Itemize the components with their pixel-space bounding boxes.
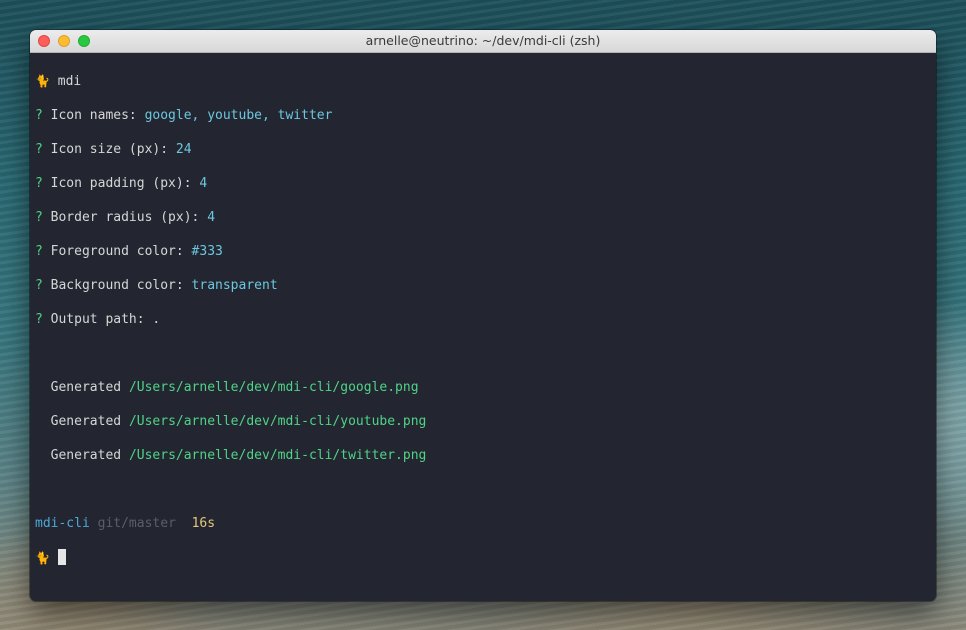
answer-value: google, youtube, twitter (144, 108, 333, 123)
generated-label: Generated (50, 448, 122, 463)
question-mark: ? (35, 244, 43, 259)
answer-label: Icon names: (50, 108, 137, 123)
answer-line: ? Icon size (px): 24 (35, 141, 936, 158)
input-line[interactable]: 🐈 (35, 549, 936, 566)
answer-value: 24 (175, 142, 192, 157)
question-mark: ? (35, 278, 43, 293)
question-mark: ? (35, 176, 43, 191)
terminal-output[interactable]: 🐈 mdi ? Icon names: google, youtube, twi… (30, 53, 936, 600)
generated-path: /Users/arnelle/dev/mdi-cli/twitter.png (128, 448, 427, 463)
answer-value: 4 (199, 176, 208, 191)
answer-label: Border radius (px): (50, 210, 200, 225)
answer-label: Icon size (px): (50, 142, 169, 157)
generated-label: Generated (50, 380, 122, 395)
generated-label: Generated (50, 414, 122, 429)
answer-line: ? Icon padding (px): 4 (35, 175, 936, 192)
prompt-git-branch: git/master (97, 516, 176, 531)
answer-line: ? Foreground color: #333 (35, 243, 936, 260)
cat-prompt-icon: 🐈 (35, 74, 50, 88)
status-line: mdi-cli git/master 16s (35, 515, 936, 532)
generated-line: Generated /Users/arnelle/dev/mdi-cli/you… (35, 413, 936, 430)
prompt-directory: mdi-cli (35, 516, 90, 531)
answer-line: ? Icon names: google, youtube, twitter (35, 107, 936, 124)
generated-path: /Users/arnelle/dev/mdi-cli/youtube.png (128, 414, 427, 429)
question-mark: ? (35, 312, 43, 327)
question-mark: ? (35, 142, 43, 157)
generated-path: /Users/arnelle/dev/mdi-cli/google.png (128, 380, 419, 395)
question-mark: ? (35, 210, 43, 225)
answer-label: Foreground color: (50, 244, 184, 259)
answer-label: Icon padding (px): (50, 176, 192, 191)
command-text: mdi (57, 74, 82, 89)
generated-line: Generated /Users/arnelle/dev/mdi-cli/goo… (35, 379, 936, 396)
generated-line: Generated /Users/arnelle/dev/mdi-cli/twi… (35, 447, 936, 464)
answer-value: 4 (207, 210, 216, 225)
answer-line: ? Border radius (px): 4 (35, 209, 936, 226)
answer-label: Output path: (50, 312, 145, 327)
cat-prompt-icon: 🐈 (35, 551, 50, 565)
answer-value: #333 (191, 244, 223, 259)
window-title: arnelle@neutrino: ~/dev/mdi-cli (zsh) (365, 33, 601, 48)
terminal-window[interactable]: arnelle@neutrino: ~/dev/mdi-cli (zsh) 🐈 … (30, 30, 936, 601)
answer-line: ? Background color: transparent (35, 277, 936, 294)
prompt-elapsed-time: 16s (191, 516, 216, 531)
answer-label: Background color: (50, 278, 184, 293)
text-cursor[interactable] (57, 549, 66, 565)
answer-value: transparent (191, 278, 278, 293)
answer-value: . (152, 312, 161, 327)
answer-line: ? Output path: . (35, 311, 936, 328)
command-line: 🐈 mdi (35, 73, 936, 90)
title-bar[interactable]: arnelle@neutrino: ~/dev/mdi-cli (zsh) (30, 30, 936, 53)
question-mark: ? (35, 108, 43, 123)
